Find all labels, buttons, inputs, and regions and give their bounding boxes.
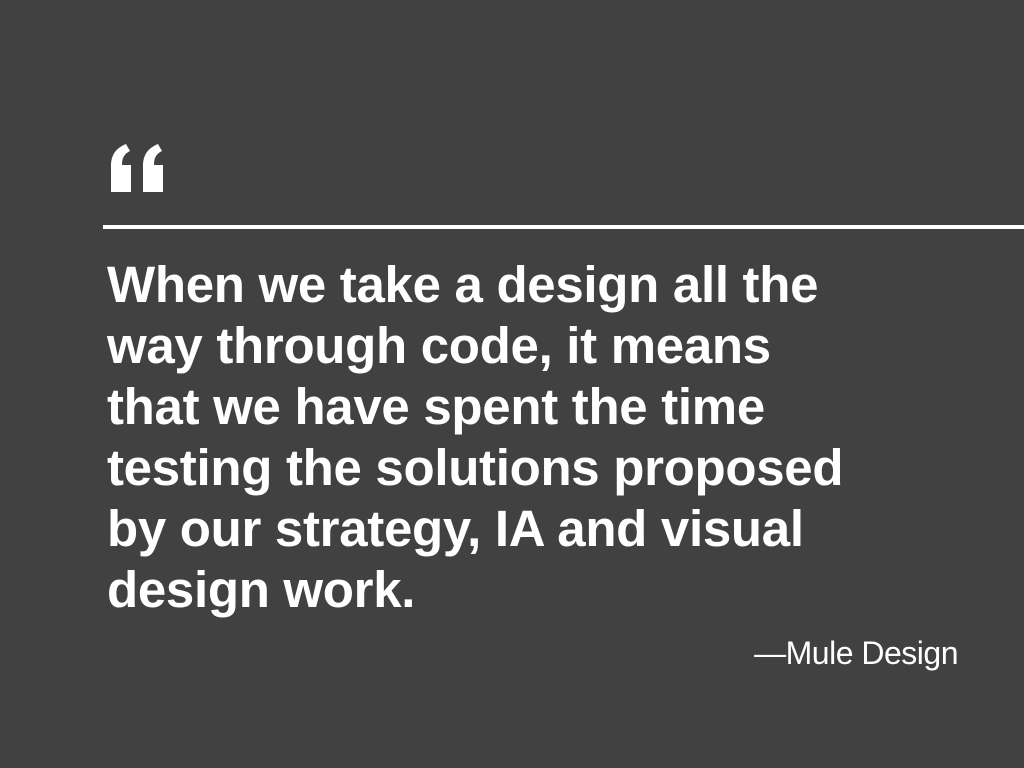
left-double-quote-icon bbox=[107, 122, 177, 202]
quote-attribution: —Mule Design bbox=[754, 635, 958, 671]
quote-text: When we take a design all the way throug… bbox=[107, 254, 1007, 620]
quote-line: by our strategy, IA and visual bbox=[107, 500, 804, 557]
quote-line: way through code, it means bbox=[107, 317, 771, 374]
quote-line: testing the solutions proposed bbox=[107, 439, 844, 496]
quote-line: design work. bbox=[107, 561, 416, 618]
divider-line bbox=[103, 225, 1024, 229]
quote-slide: When we take a design all the way throug… bbox=[0, 0, 1024, 768]
quote-line: that we have spent the time bbox=[107, 378, 765, 435]
quote-line: When we take a design all the bbox=[107, 256, 819, 313]
